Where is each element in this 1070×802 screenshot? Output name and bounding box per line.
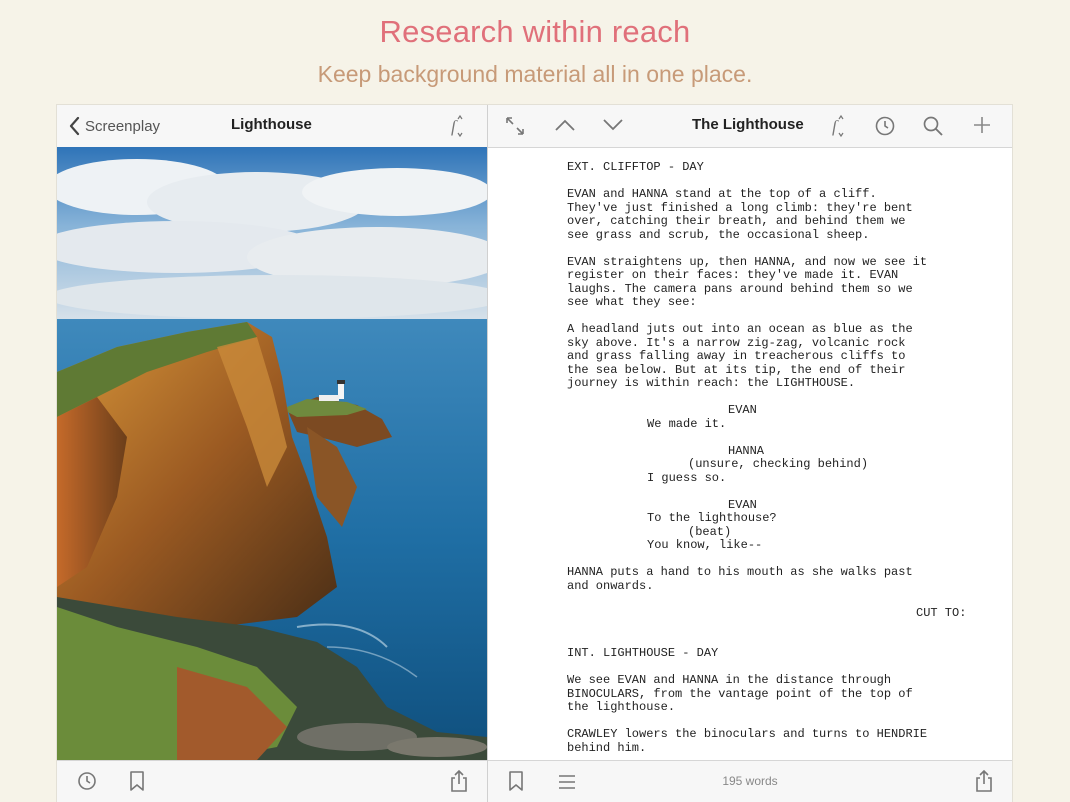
script-line: behind him. — [567, 740, 647, 755]
research-title: Lighthouse — [231, 116, 312, 133]
font-settings-icon[interactable]: ſ — [828, 113, 848, 139]
research-pane: Screenplay Lighthouse ſ — [57, 105, 487, 802]
script-line: (unsure, checking behind) — [688, 457, 869, 471]
script-line: the sea below. But at its tip, the end o… — [567, 362, 906, 377]
chevron-up-icon[interactable] — [554, 117, 576, 133]
svg-text:ſ: ſ — [451, 117, 458, 136]
script-line: EVAN straightens up, then HANNA, and now… — [567, 254, 928, 269]
clock-icon[interactable] — [77, 771, 97, 791]
script-line: HANNA puts a hand to his mouth as she wa… — [567, 565, 913, 579]
script-title: The Lighthouse — [692, 116, 804, 133]
screenplay-pane: The Lighthouse ſ EXT. CLIFFTOP - DAY EVA… — [488, 105, 1012, 802]
script-line: BINOCULARS, from the vantage point of th… — [567, 686, 913, 701]
script-line: (beat) — [688, 524, 732, 539]
script-line: To the lighthouse? — [647, 511, 777, 525]
script-line: see what they see: — [567, 295, 697, 309]
script-line: You know, like-- — [647, 538, 763, 552]
bookmark-icon[interactable] — [129, 770, 145, 792]
script-line: EVAN and HANNA stand at the top of a cli… — [567, 187, 877, 201]
script-line: I guess so. — [647, 470, 727, 485]
script-line: A headland juts out into an ocean as blu… — [567, 322, 913, 336]
subheadline: Keep background material all in one plac… — [317, 61, 753, 87]
history-icon[interactable] — [874, 115, 896, 137]
script-line: and onwards. — [567, 578, 654, 593]
script-line: register on their faces: they've made it… — [567, 268, 899, 282]
back-to-screenplay-button[interactable]: Screenplay — [67, 114, 160, 138]
script-line: EVAN — [728, 497, 757, 512]
script-line: journey is within reach: the LIGHTHOUSE. — [567, 376, 856, 390]
screenplay-text[interactable]: EXT. CLIFFTOP - DAY EVAN and HANNA stand … — [488, 148, 1012, 760]
back-label: Screenplay — [85, 117, 161, 135]
expand-icon[interactable] — [504, 115, 526, 137]
research-bottom-toolbar — [57, 760, 487, 802]
chevron-left-icon — [69, 116, 80, 136]
script-line: EXT. CLIFFTOP - DAY — [567, 160, 704, 174]
svg-text:ſ: ſ — [832, 117, 839, 136]
editor-toolbar: The Lighthouse ſ — [488, 105, 1012, 148]
script-line: We made it. — [647, 416, 727, 431]
script-line: We see EVAN and HANNA in the distance th… — [567, 673, 892, 687]
script-line: HANNA — [728, 443, 765, 458]
script-line: see grass and scrub, the occasional shee… — [567, 227, 870, 242]
research-toolbar: Screenplay Lighthouse ſ — [57, 105, 487, 148]
script-line: CUT TO: — [916, 605, 967, 620]
ipad-screen: Screenplay Lighthouse ſ The Lighthouse ſ… — [57, 105, 1012, 802]
script-line: the lighthouse. — [567, 700, 676, 714]
editor-bottom-toolbar: 195 words — [488, 760, 1012, 802]
script-line: They've just finished a long climb: they… — [567, 200, 913, 215]
headline: Research within reach — [379, 14, 691, 49]
add-icon[interactable] — [972, 115, 992, 135]
script-line: sky above. It's a narrow zig-zag, volcan… — [567, 335, 906, 350]
script-line: CRAWLEY lowers the binoculars and turns … — [567, 727, 928, 741]
script-line: INT. LIGHTHOUSE - DAY — [567, 646, 719, 660]
search-icon[interactable] — [922, 115, 944, 137]
script-line: EVAN — [728, 403, 757, 417]
font-settings-icon[interactable]: ſ — [447, 113, 467, 139]
share-icon[interactable] — [974, 769, 994, 793]
script-line: laughs. The camera pans around behind th… — [567, 281, 913, 296]
word-count: 195 words — [722, 774, 778, 788]
script-line: and grass falling away in treacherous cl… — [567, 349, 906, 363]
lighthouse-photo — [57, 147, 487, 760]
chevron-down-icon[interactable] — [602, 117, 624, 133]
share-icon[interactable] — [449, 769, 469, 793]
script-line: over, catching their breath, and behind … — [567, 214, 906, 228]
